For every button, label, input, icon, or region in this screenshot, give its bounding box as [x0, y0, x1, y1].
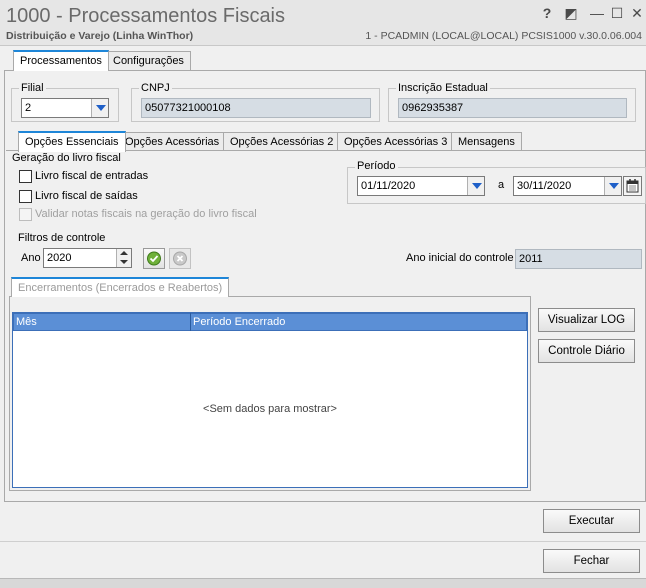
ano-value: 2020 [47, 252, 72, 264]
ano-inicial-field[interactable]: 2011 [515, 249, 642, 269]
spin-up-icon[interactable] [120, 251, 128, 255]
periodo-fim-value: 30/11/2020 [517, 180, 572, 192]
tab-opcoes-acessorias[interactable]: Opções Acessórias [118, 132, 227, 151]
tab-opcoes-essenciais[interactable]: Opções Essenciais [18, 131, 126, 152]
close-icon[interactable]: ✕ [628, 4, 646, 22]
tab-processamentos[interactable]: Processamentos [13, 50, 109, 71]
status-bar [0, 578, 646, 588]
tab-mensagens[interactable]: Mensagens [451, 132, 522, 151]
column-header-mes[interactable]: Mês [16, 316, 37, 328]
tab-configuracoes[interactable]: Configurações [106, 51, 191, 70]
column-header-periodo-encerrado[interactable]: Período Encerrado [193, 316, 285, 328]
system-info: 1 - PCADMIN (LOCAL@LOCAL) PCSIS1000 v.30… [365, 30, 642, 42]
livro-saidas-checkbox[interactable] [19, 190, 32, 203]
chevron-down-icon[interactable] [467, 177, 484, 195]
ie-label: Inscrição Estadual [396, 82, 490, 94]
periodo-fim-input[interactable]: 30/11/2020 [513, 176, 622, 196]
controle-diario-button[interactable]: Controle Diário [538, 339, 635, 363]
filtros-label: Filtros de controle [18, 232, 106, 244]
confirm-button[interactable] [143, 248, 165, 269]
cancel-button[interactable] [169, 248, 191, 269]
tab-label: Opções Essenciais [25, 136, 119, 148]
validar-notas-label: Validar notas fiscais na geração do livr… [35, 208, 257, 220]
livro-entradas-checkbox[interactable] [19, 170, 32, 183]
periodo-inicio-value: 01/11/2020 [361, 180, 416, 192]
maximize-icon[interactable]: ☐ [608, 4, 626, 22]
encerramentos-grid[interactable] [12, 312, 528, 488]
chevron-down-icon[interactable] [604, 177, 621, 195]
periodo-label: Período [355, 160, 398, 172]
calendar-icon-svg [626, 179, 639, 193]
tab-opcoes-acessorias-2[interactable]: Opções Acessórias 2 [223, 132, 341, 151]
tab-label: Configurações [113, 55, 184, 67]
tab-label: Opções Acessórias [125, 136, 220, 148]
cancel-icon [173, 251, 187, 266]
grid-empty-message: <Sem dados para mostrar> [203, 403, 337, 415]
window-title: 1000 - Processamentos Fiscais [6, 5, 286, 27]
filial-select[interactable]: 2 [21, 98, 109, 118]
cnpj-field[interactable]: 05077321000108 [141, 98, 371, 118]
validar-notas-checkbox[interactable] [19, 208, 32, 221]
tab-label: Opções Acessórias 3 [344, 136, 448, 148]
visualizar-log-button[interactable]: Visualizar LOG [538, 308, 635, 332]
calendar-icon[interactable] [623, 176, 642, 196]
tab-label: Processamentos [20, 55, 102, 67]
periodo-inicio-input[interactable]: 01/11/2020 [357, 176, 485, 196]
ano-label: Ano [21, 252, 41, 264]
geracao-label: Geração do livro fiscal [12, 152, 121, 164]
chevron-down-icon[interactable] [91, 99, 108, 117]
filial-label: Filial [19, 82, 46, 94]
cnpj-label: CNPJ [139, 82, 172, 94]
periodo-separator: a [498, 179, 505, 191]
tab-label: Opções Acessórias 2 [230, 136, 334, 148]
tab-encerramentos[interactable]: Encerramentos (Encerrados e Reabertos) [11, 277, 230, 297]
tab-label: Encerramentos (Encerrados e Reabertos) [18, 282, 223, 294]
tab-label: Mensagens [458, 136, 515, 148]
livro-saidas-label: Livro fiscal de saídas [35, 190, 138, 202]
ie-field[interactable]: 0962935387 [398, 98, 627, 118]
window-subtitle: Distribuição e Varejo (Linha WinThor) [6, 30, 194, 42]
check-icon [147, 251, 161, 266]
tab-opcoes-acessorias-3[interactable]: Opções Acessórias 3 [337, 132, 455, 151]
spin-buttons[interactable] [116, 249, 131, 267]
restore-icon[interactable]: ◩ [562, 4, 580, 22]
help-icon[interactable]: ? [538, 4, 556, 22]
fechar-button[interactable]: Fechar [543, 549, 640, 573]
executar-button[interactable]: Executar [543, 509, 640, 533]
ano-inicial-label: Ano inicial do controle [406, 252, 514, 264]
spin-down-icon[interactable] [120, 260, 128, 264]
filial-value: 2 [25, 102, 32, 114]
minimize-icon[interactable]: — [588, 4, 606, 22]
bottom-divider [0, 541, 646, 542]
ano-spinner[interactable]: 2020 [43, 248, 132, 268]
column-divider [190, 313, 191, 331]
livro-entradas-label: Livro fiscal de entradas [35, 170, 149, 182]
